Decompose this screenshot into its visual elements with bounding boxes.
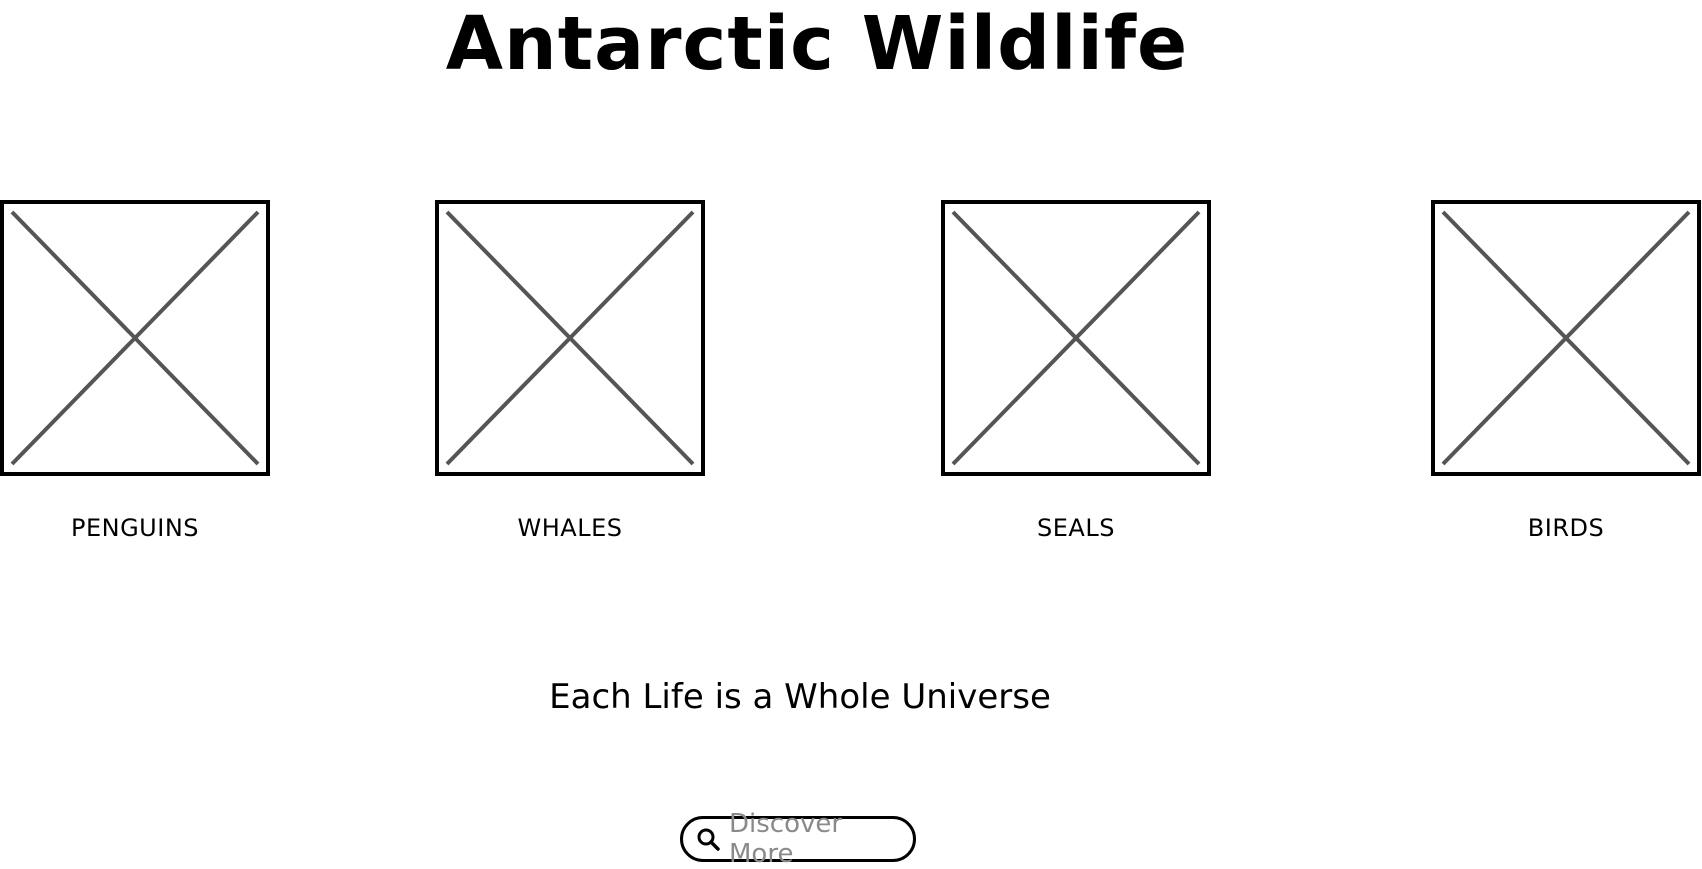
card-label-birds[interactable]: BIRDS bbox=[1431, 514, 1701, 542]
tagline: Each Life is a Whole Universe bbox=[549, 677, 1051, 717]
card-label-penguins[interactable]: PENGUINS bbox=[0, 514, 270, 542]
card-penguins[interactable]: PENGUINS bbox=[0, 200, 270, 542]
image-placeholder-icon[interactable] bbox=[0, 200, 270, 476]
card-label-whales[interactable]: WHALES bbox=[435, 514, 705, 542]
image-placeholder-icon[interactable] bbox=[435, 200, 705, 476]
card-label-seals[interactable]: SEALS bbox=[941, 514, 1211, 542]
image-placeholder-icon[interactable] bbox=[941, 200, 1211, 476]
search-icon bbox=[695, 826, 721, 852]
page-title: Antarctic Wildlife bbox=[445, 1, 1189, 87]
discover-more-button[interactable]: Discover More bbox=[680, 809, 916, 869]
card-whales[interactable]: WHALES bbox=[435, 200, 705, 542]
card-birds[interactable]: BIRDS bbox=[1431, 200, 1701, 542]
image-placeholder-icon[interactable] bbox=[1431, 200, 1701, 476]
card-seals[interactable]: SEALS bbox=[941, 200, 1211, 542]
discover-more-label: Discover More bbox=[729, 809, 843, 869]
